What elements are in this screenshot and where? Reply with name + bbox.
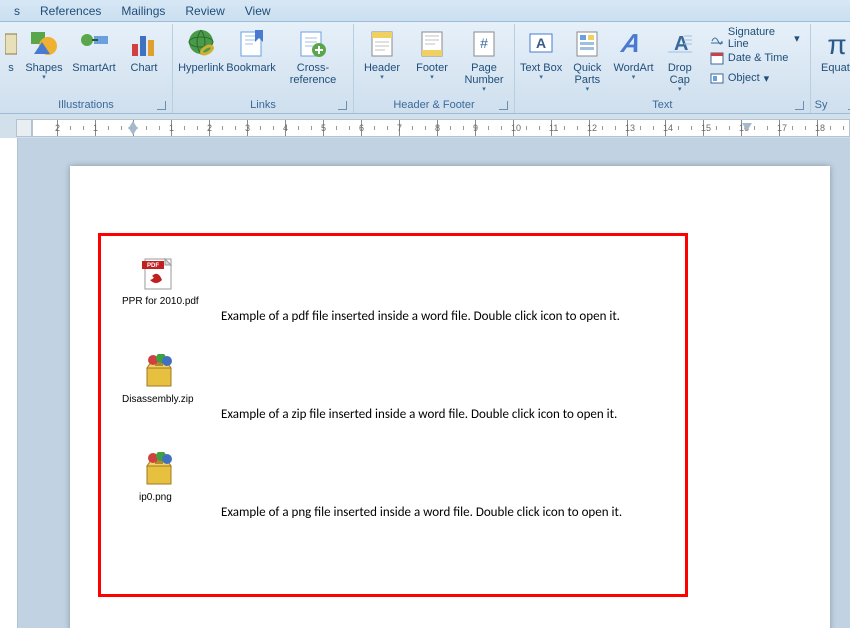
text-box-button[interactable]: A Text Box ▾ — [519, 26, 563, 92]
document-page[interactable]: PDF PPR for 2010.pdf Example of a pdf fi… — [70, 166, 830, 628]
embedded-description: Example of a pdf file inserted inside a … — [221, 309, 667, 324]
svg-text:π: π — [827, 29, 846, 60]
chevron-down-icon: ▾ — [764, 72, 770, 85]
ruler-indent-bottom[interactable] — [128, 127, 138, 137]
tab-view[interactable]: View — [235, 1, 281, 21]
document-workspace[interactable]: PDF PPR for 2010.pdf Example of a pdf fi… — [0, 138, 850, 628]
signature-icon — [710, 31, 724, 45]
group-links: Hyperlink Bookmark Cross-reference Links — [173, 24, 354, 113]
drop-cap-button[interactable]: A Drop Cap ▾ — [658, 26, 702, 92]
tab-mailings[interactable]: Mailings — [111, 1, 175, 21]
object-button[interactable]: Object ▾ — [706, 69, 804, 87]
svg-text:A: A — [536, 35, 546, 51]
chevron-down-icon: ▾ — [586, 86, 590, 94]
globe-icon — [185, 28, 217, 60]
svg-text:PDF: PDF — [147, 263, 159, 269]
signature-line-button[interactable]: Signature Line ▾ — [706, 29, 804, 47]
chevron-down-icon: ▾ — [632, 74, 636, 82]
dropcap-icon: A — [664, 28, 696, 60]
pagenum-icon: # — [468, 28, 500, 60]
chevron-down-icon: ▾ — [794, 32, 800, 45]
object-icon — [710, 71, 724, 85]
cross-reference-button[interactable]: Cross-reference — [277, 26, 349, 92]
bookmark-button[interactable]: Bookmark — [227, 26, 275, 92]
quick-parts-button[interactable]: Quick Parts ▾ — [565, 26, 609, 92]
tab-references[interactable]: References — [30, 1, 111, 21]
chevron-down-icon: ▾ — [430, 74, 434, 82]
tab-partial[interactable]: s — [4, 1, 30, 21]
cut-partial-button[interactable]: s — [4, 26, 18, 92]
svg-text:A: A — [618, 28, 643, 58]
crossref-icon — [297, 28, 329, 60]
page-number-button[interactable]: # Page Number ▾ — [458, 26, 510, 92]
selection-box: PDF PPR for 2010.pdf Example of a pdf fi… — [98, 233, 688, 597]
vertical-ruler[interactable] — [0, 138, 18, 628]
textbox-icon: A — [525, 28, 557, 60]
ribbon-tabs: s References Mailings Review View — [0, 0, 850, 22]
pdf-file-icon[interactable]: PDF — [139, 254, 179, 294]
chart-icon — [128, 28, 160, 60]
chevron-down-icon: ▾ — [539, 74, 543, 82]
ruler-indent-right[interactable] — [742, 123, 752, 131]
svg-text:#: # — [480, 35, 488, 51]
shapes-button[interactable]: Shapes ▾ — [20, 26, 68, 92]
quickparts-icon — [571, 28, 603, 60]
chevron-down-icon: ▾ — [678, 86, 682, 94]
shapes-icon — [28, 28, 60, 60]
chevron-down-icon: ▾ — [380, 74, 384, 82]
group-symbols: π Equati Sy — [811, 24, 850, 113]
wordart-button[interactable]: A WordArt ▾ — [611, 26, 655, 92]
embedded-description: Example of a zip file inserted inside a … — [221, 407, 667, 422]
embedded-filename: PPR for 2010.pdf — [122, 296, 667, 307]
embedded-filename: ip0.png — [139, 492, 667, 503]
chevron-down-icon: ▾ — [42, 74, 46, 82]
group-illustrations: s Shapes ▾ SmartArt Chart Illustrations — [0, 24, 173, 113]
group-label-header-footer[interactable]: Header & Footer — [358, 98, 510, 113]
footer-button[interactable]: Footer ▾ — [408, 26, 456, 92]
smartart-button[interactable]: SmartArt — [70, 26, 118, 92]
group-label-text[interactable]: Text — [519, 98, 806, 113]
footer-icon — [416, 28, 448, 60]
tab-review[interactable]: Review — [175, 1, 234, 21]
equation-button[interactable]: π Equati — [815, 26, 850, 92]
date-time-button[interactable]: Date & Time — [706, 49, 804, 67]
embedded-description: Example of a png file inserted inside a … — [221, 505, 667, 520]
header-button[interactable]: Header ▾ — [358, 26, 406, 92]
group-label-links[interactable]: Links — [177, 98, 349, 113]
ruler-corner[interactable] — [16, 119, 32, 137]
png-file-icon[interactable] — [139, 450, 179, 490]
embedded-filename: Disassembly.zip — [122, 394, 667, 405]
equation-icon: π — [821, 28, 850, 60]
embedded-object: ip0.png Example of a png file inserted i… — [119, 450, 667, 520]
datetime-icon — [710, 51, 724, 65]
ruler-row: 210123456789101112131415161718 — [0, 114, 850, 138]
group-label-illustrations[interactable]: Illustrations — [4, 98, 168, 113]
chevron-down-icon: ▾ — [482, 86, 486, 94]
group-text: A Text Box ▾ Quick Parts ▾ A WordArt ▾ A… — [515, 24, 811, 113]
wordart-icon: A — [618, 28, 650, 60]
embedded-object: Disassembly.zip Example of a zip file in… — [119, 352, 667, 422]
header-icon — [366, 28, 398, 60]
zip-file-icon[interactable] — [139, 352, 179, 392]
horizontal-ruler[interactable]: 210123456789101112131415161718 — [32, 119, 850, 137]
chart-button[interactable]: Chart — [120, 26, 168, 92]
group-header-footer: Header ▾ Footer ▾ # Page Number ▾ Header… — [354, 24, 515, 113]
embedded-object: PDF PPR for 2010.pdf Example of a pdf fi… — [119, 254, 667, 324]
smartart-icon — [78, 28, 110, 60]
hyperlink-button[interactable]: Hyperlink — [177, 26, 225, 92]
group-label-symbols[interactable]: Sy — [815, 98, 850, 113]
ribbon: s Shapes ▾ SmartArt Chart Illustrations … — [0, 22, 850, 114]
bookmark-icon — [235, 28, 267, 60]
